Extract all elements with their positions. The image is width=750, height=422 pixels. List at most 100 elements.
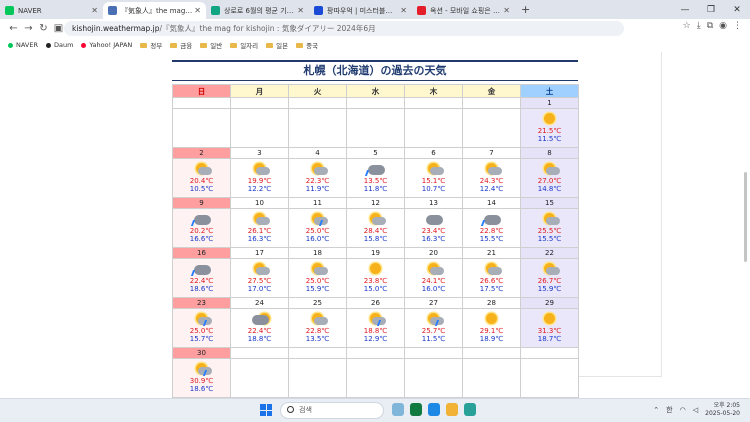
- bookmark-star-icon[interactable]: ☆: [683, 21, 691, 31]
- back-icon[interactable]: ←: [6, 23, 21, 34]
- new-tab-button[interactable]: +: [515, 2, 536, 19]
- url-input[interactable]: kishojin.weathermap.jp / 『気象人』the mag fo…: [64, 21, 624, 36]
- day-number: 5: [346, 147, 405, 159]
- day-weather-cell[interactable]: 23.4℃ 16.3℃: [404, 208, 463, 248]
- weather-sunny-cloudy-icon: [424, 162, 444, 176]
- high-temp: 19.9℃: [247, 177, 272, 185]
- bookmark-item[interactable]: 정부: [140, 40, 162, 50]
- day-number: 14: [462, 197, 521, 209]
- chrome-icon[interactable]: [464, 403, 476, 416]
- tab-close-icon[interactable]: ✕: [91, 6, 98, 15]
- bookmark-label: 일반: [210, 42, 223, 50]
- day-weather-cell[interactable]: 20.2℃ 16.6℃: [172, 208, 231, 248]
- day-weather-cell[interactable]: 20.4℃ 10.5℃: [172, 158, 231, 198]
- bookmark-item[interactable]: 금융: [170, 40, 192, 50]
- menu-icon[interactable]: ⋮: [733, 21, 742, 31]
- day-number: 24: [230, 297, 289, 309]
- day-weather-cell[interactable]: 19.9℃ 12.2℃: [230, 158, 289, 198]
- day-weather-cell[interactable]: 24.3℃ 12.4℃: [462, 158, 521, 198]
- url-domain: kishojin.weathermap.jp: [72, 24, 160, 33]
- bookmark-item[interactable]: NAVER: [8, 41, 38, 49]
- profile-icon[interactable]: ◉: [719, 21, 727, 31]
- day-weather-cell[interactable]: 22.8℃ 15.5℃: [462, 208, 521, 248]
- close-icon[interactable]: ✕: [724, 5, 750, 15]
- day-weather-cell[interactable]: 25.0℃ 15.7℃: [172, 308, 231, 348]
- file-explorer-icon[interactable]: [446, 403, 458, 416]
- day-weather-cell[interactable]: 31.3℃ 18.7℃: [520, 308, 579, 348]
- tab-close-icon[interactable]: ✕: [400, 6, 407, 15]
- day-weather-cell[interactable]: 27.5℃ 17.0℃: [230, 258, 289, 298]
- forward-icon[interactable]: →: [21, 23, 36, 34]
- tab-2[interactable]: 『気象人』the mag for kis✕: [103, 2, 206, 19]
- page-title: 札幌（北海道）の過去の天気: [172, 60, 578, 81]
- tab-label: 옥션 - 모바일 쇼핑은 옥션: [430, 6, 502, 15]
- day-number: 29: [520, 297, 579, 309]
- outlook-icon[interactable]: [410, 403, 422, 416]
- day-weather-cell[interactable]: 18.8℃ 12.9℃: [346, 308, 405, 348]
- tab-1[interactable]: NAVER ✕: [0, 2, 103, 19]
- high-temp: 25.0℃: [189, 327, 214, 335]
- site-icon: [81, 42, 87, 48]
- low-temp: 12.9℃: [363, 335, 388, 343]
- weather-sunny-cloudy-icon: [540, 212, 560, 226]
- low-temp: 16.6℃: [189, 235, 214, 243]
- empty-cell: [520, 358, 579, 398]
- windows-start-icon[interactable]: [260, 404, 272, 416]
- bookmark-item[interactable]: 일반: [200, 40, 222, 50]
- day-weather-cell[interactable]: 22.4℃ 18.6℃: [172, 258, 231, 298]
- bookmark-item[interactable]: Yahoo! JAPAN: [81, 41, 132, 49]
- tab-close-icon[interactable]: ✕: [297, 6, 304, 15]
- bookmark-item[interactable]: 중국: [296, 40, 318, 50]
- bookmark-item[interactable]: Daum: [45, 41, 73, 49]
- day-weather-cell[interactable]: 29.1℃ 18.9℃: [462, 308, 521, 348]
- day-weather-cell[interactable]: 25.5℃ 15.5℃: [520, 208, 579, 248]
- scrollbar[interactable]: [744, 172, 747, 262]
- download-icon[interactable]: ⤓: [697, 21, 701, 31]
- taskbar-search-input[interactable]: 검색: [280, 402, 384, 419]
- weekday-header: 木: [404, 84, 463, 98]
- tab-5[interactable]: 옥션 - 모바일 쇼핑은 옥션 ✕: [412, 2, 515, 19]
- chevron-up-icon[interactable]: ⌃: [653, 406, 659, 414]
- minimize-icon[interactable]: —: [672, 5, 698, 15]
- day-weather-cell[interactable]: 26.1℃ 16.3℃: [230, 208, 289, 248]
- day-weather-cell[interactable]: 30.9℃ 18.6℃: [172, 358, 231, 398]
- ime-indicator[interactable]: 한: [666, 405, 672, 415]
- day-weather-cell[interactable]: 26.7℃ 15.9℃: [520, 258, 579, 298]
- day-weather-cell[interactable]: 26.6℃ 17.5℃: [462, 258, 521, 298]
- day-weather-cell[interactable]: 23.8℃ 15.0℃: [346, 258, 405, 298]
- date-row: 1: [172, 97, 579, 109]
- day-weather-cell[interactable]: 27.0℃ 14.8℃: [520, 158, 579, 198]
- day-weather-cell[interactable]: 24.1℃ 16.0℃: [404, 258, 463, 298]
- maximize-icon[interactable]: ❐: [698, 5, 724, 15]
- tab-close-icon[interactable]: ✕: [194, 6, 201, 15]
- day-number: 1: [520, 97, 579, 109]
- day-weather-cell[interactable]: 22.3℃ 11.9℃: [288, 158, 347, 198]
- tab-close-icon[interactable]: ✕: [503, 6, 510, 15]
- low-temp: 16.3℃: [247, 235, 272, 243]
- day-weather-cell[interactable]: 13.5℃ 11.8℃: [346, 158, 405, 198]
- day-weather-cell[interactable]: 21.5℃ 11.5℃: [520, 108, 579, 148]
- day-weather-cell[interactable]: 25.0℃ 16.0℃: [288, 208, 347, 248]
- weather-sunny-rain-icon: [192, 312, 212, 326]
- low-temp: 12.2℃: [247, 185, 272, 193]
- day-weather-cell[interactable]: 15.1℃ 10.7℃: [404, 158, 463, 198]
- day-weather-cell[interactable]: 28.4℃ 15.8℃: [346, 208, 405, 248]
- tab-4[interactable]: 팡따우억 | 미스터블루 - 웹툰✕: [309, 2, 412, 19]
- day-weather-cell[interactable]: 25.7℃ 11.5℃: [404, 308, 463, 348]
- tab-3[interactable]: 상로로 6월의 평균 기온과 일…✕: [206, 2, 309, 19]
- volume-icon[interactable]: ◁: [693, 406, 698, 414]
- reload-icon[interactable]: ↻: [36, 23, 51, 34]
- bookmark-item[interactable]: 일본: [266, 40, 288, 50]
- clock[interactable]: 오후 2:05 2025-05-20: [705, 402, 740, 418]
- store-icon[interactable]: [428, 403, 440, 416]
- day-weather-cell[interactable]: 25.0℃ 15.9℃: [288, 258, 347, 298]
- wifi-icon[interactable]: ◠: [680, 406, 686, 414]
- bookmark-item[interactable]: 일자리: [230, 40, 258, 50]
- widgets-icon[interactable]: [392, 403, 404, 416]
- day-number: 11: [288, 197, 347, 209]
- day-weather-cell[interactable]: 22.8℃ 13.5℃: [288, 308, 347, 348]
- empty-cell: [404, 358, 463, 398]
- extensions-icon[interactable]: ⧉: [707, 21, 713, 31]
- day-number: [288, 347, 347, 359]
- day-weather-cell[interactable]: 22.4℃ 18.8℃: [230, 308, 289, 348]
